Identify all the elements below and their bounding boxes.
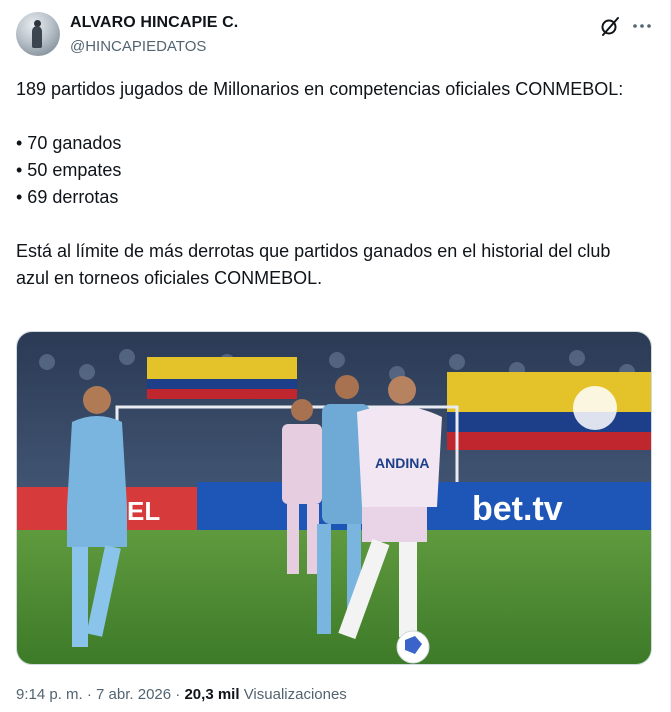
- author-name[interactable]: ALVARO HINCAPIE C.: [70, 14, 238, 32]
- more-icon[interactable]: [630, 14, 654, 38]
- views-label: Visualizaciones: [243, 686, 347, 703]
- flag: [147, 357, 297, 379]
- tweet-line-1: 189 partidos jugados de Millonarios en c…: [16, 79, 624, 99]
- ad-board-text: EL: [127, 496, 160, 526]
- shirt-sponsor-text: ANDINA: [375, 455, 429, 471]
- flag-2: [447, 372, 651, 412]
- author-handle[interactable]: @HINCAPIEDATOS: [70, 38, 206, 55]
- avatar[interactable]: [16, 12, 60, 56]
- tweet-date[interactable]: 7 abr. 2026: [96, 686, 171, 703]
- meta-separator-2: ·: [175, 686, 181, 703]
- views-count: 20,3 mil: [184, 686, 240, 703]
- tweet-line-3: Está al límite de más derrotas que parti…: [16, 241, 611, 288]
- tweet-photo[interactable]: EL bet.tv ANDINA: [16, 331, 652, 665]
- avatar-figure: [32, 26, 42, 48]
- grok-icon[interactable]: [598, 14, 622, 38]
- tweet-meta: 9:14 p. m. · 7 abr. 2026 · 20,3 mil Visu…: [16, 686, 347, 703]
- ad-board-bet-text: bet.tv: [472, 490, 563, 528]
- football-photo: EL bet.tv ANDINA: [17, 332, 651, 664]
- tweet: ALVARO HINCAPIE C. @HINCAPIEDATOS 189 pa…: [0, 0, 671, 712]
- meta-separator: ·: [86, 686, 92, 703]
- tweet-text: 189 partidos jugados de Millonarios en c…: [16, 76, 646, 292]
- tweet-stats-list: • 70 ganados • 50 empates • 69 derrotas: [16, 133, 122, 207]
- tweet-time[interactable]: 9:14 p. m.: [16, 686, 83, 703]
